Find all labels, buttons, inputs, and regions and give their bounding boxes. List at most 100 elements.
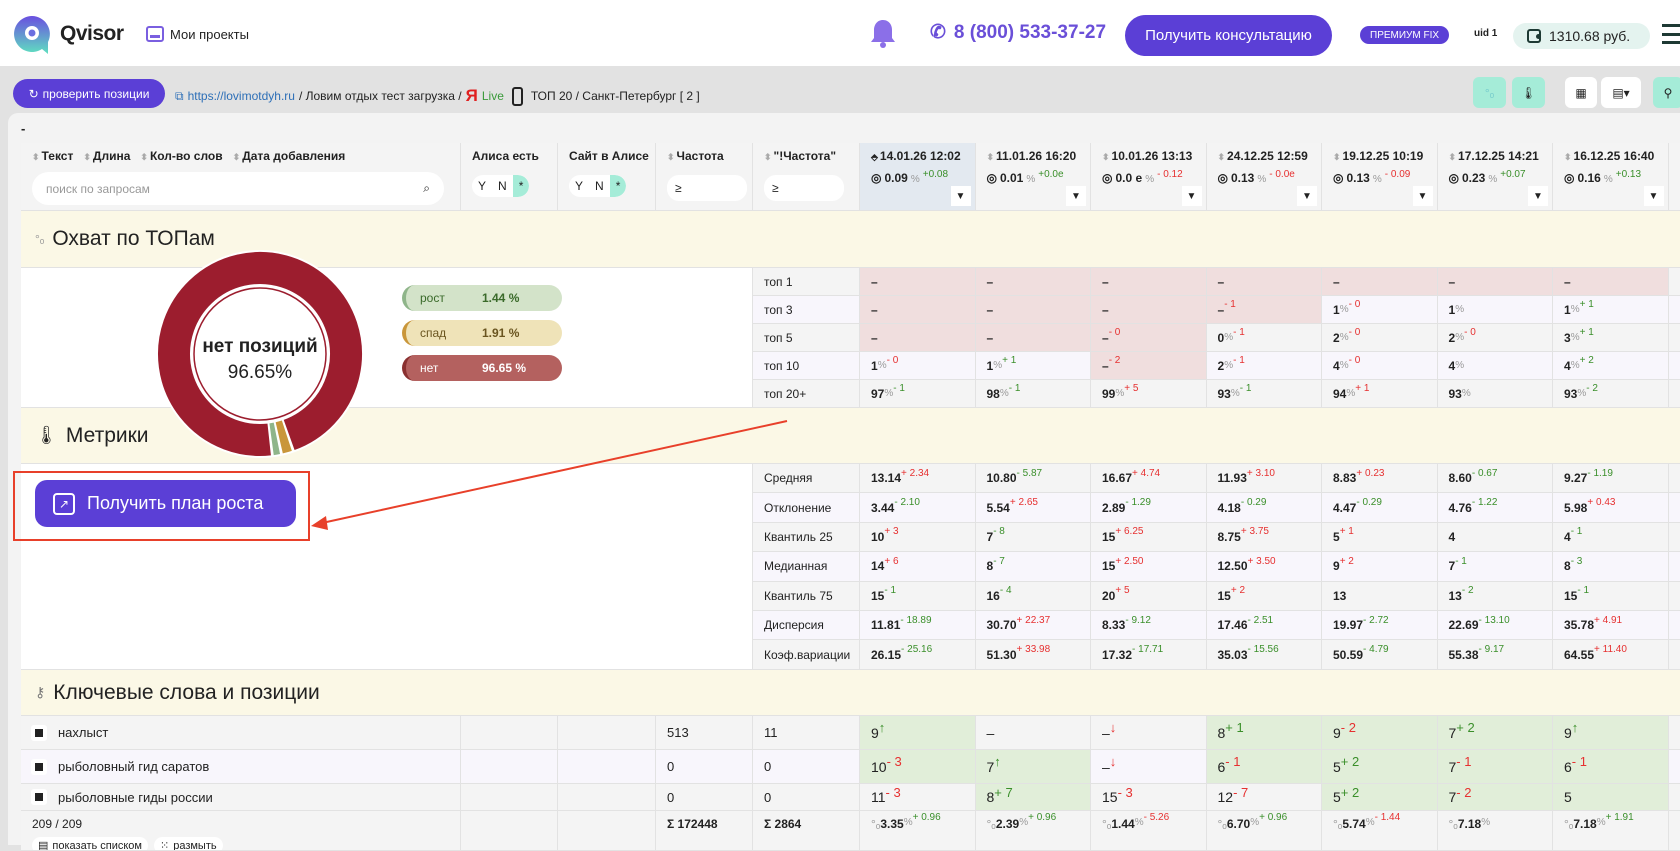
phone-number[interactable]: ✆8 (800) 533-37-27 [930,21,1106,44]
show-list-button[interactable]: ▤показать списком [32,837,148,851]
project-name[interactable]: / Ловим отдых тест загрузка / [299,89,462,103]
stat-cell: 1%- 0 [1322,296,1438,324]
cell-delta: + 5 [1124,383,1138,394]
section-keywords[interactable]: ⚷Ключевые слова и позиции [21,670,1680,716]
sort-icon[interactable]: ⬘ [871,152,878,162]
header-date-column[interactable]: ⬍16.12.25 16:40◎0.16%+0.13▼ [1553,143,1669,211]
header-date-column[interactable]: ⬘14.01.26 12:02◎0.09%+0.08▼ [860,143,976,211]
position-cell[interactable]: 15- 3 [1091,784,1207,811]
sort-icon[interactable]: ⬍ [1564,152,1572,162]
plan-badge[interactable]: ПРЕМИУМ FIX [1360,26,1449,44]
date-label[interactable]: ⬍16.12.25 16:40 [1564,149,1654,163]
date-label[interactable]: ⬍11.01.26 16:20 [987,149,1077,163]
filter-icon[interactable]: ▼ [1528,186,1548,206]
position-cell[interactable]: 8+ 1 [1207,716,1323,750]
header-date-column[interactable]: ⬍24.12.25 12:59◎0.13%- 0.0e▼ [1207,143,1323,211]
calendar-icon[interactable]: ▦ [1565,77,1597,108]
position-cell[interactable]: 7- 2 [1438,784,1554,811]
position-cell[interactable]: –↓ [1091,750,1207,784]
breadcrumb: ⧉ https://lovimotdyh.ru / Ловим отдых те… [175,86,700,106]
my-projects-link[interactable]: Мои проекты [146,26,249,42]
header-date-column[interactable]: ⬍19.12.25 10:19◎0.13%- 0.09▼ [1322,143,1438,211]
check-positions-button[interactable]: ↻проверить позиции [13,79,165,108]
sort-text[interactable]: ⬍Текст [32,149,73,163]
header-date-column[interactable]: ⬍10.01.26 13:13◎0.0 e%- 0.12▼ [1091,143,1207,211]
image-icon[interactable] [32,760,46,774]
sort-icon[interactable]: ⬍ [1449,152,1457,162]
position-cell[interactable]: 11- 3 [860,784,976,811]
header-frequency-exact[interactable]: ⬍"!Частота"≥ [753,143,860,211]
filter-tool-icon[interactable]: ⚲ [1653,77,1680,108]
position-cell[interactable]: 9↑ [860,716,976,750]
sort-icon[interactable]: ⬍ [1102,152,1110,162]
alisa-filter-toggle[interactable]: YN* [472,175,529,197]
growth-plan-button[interactable]: ↗Получить план роста [35,480,296,527]
site-alisa-filter-toggle[interactable]: YN* [569,175,626,197]
keyword-row[interactable]: рыболовные гиды россии0011- 38+ 715- 312… [21,784,1680,811]
date-label[interactable]: ⬍17.12.25 14:21 [1449,149,1539,163]
menu-icon[interactable] [1662,24,1680,44]
site-link[interactable]: https://lovimotdyh.ru [188,89,295,103]
keyword-cell[interactable]: рыболовный гид саратов [21,750,461,784]
stat-cell: 2%- 0 [1322,324,1438,352]
sort-icon[interactable]: ⬍ [1333,152,1341,162]
qvisor-logo[interactable] [12,14,52,56]
search-input[interactable]: поиск по запросам⌕ [32,172,444,205]
frequency-min-input[interactable]: ≥ [667,175,747,201]
position-cell[interactable]: 10- 3 [860,750,976,784]
keyword-cell[interactable]: нахлыст [21,716,461,750]
position-cell[interactable]: 12- 7 [1207,784,1323,811]
position-cell[interactable]: 5 [1553,784,1669,811]
filter-icon[interactable]: ▼ [1066,186,1086,206]
header-date-column[interactable]: ⬍17.12.25 14:21◎0.23%+0.07▼ [1438,143,1554,211]
sort-words[interactable]: ⬍Кол-во слов [140,149,222,163]
collapse-toggle[interactable]: - [21,121,25,136]
header-frequency[interactable]: ⬍Частота≥ [656,143,753,211]
filter-icon[interactable]: ▼ [1182,186,1202,206]
keyword-row[interactable]: рыболовный гид саратов0010- 37↑–↓6- 15+ … [21,750,1680,784]
stat-cell: 15+ 6.25 [1091,523,1207,552]
filter-icon[interactable]: ▼ [951,186,971,206]
sort-icon[interactable]: ⬍ [1218,152,1226,162]
header-date-column[interactable]: ⬍11.01.26 16:20◎0.01%+0.0e▼ [976,143,1092,211]
date-label[interactable]: ⬘14.01.26 12:02 [871,149,961,163]
filter-icon[interactable]: ▼ [1297,186,1317,206]
image-icon[interactable] [32,726,46,740]
consultation-button[interactable]: Получить консультацию [1125,15,1332,56]
position-cell[interactable]: 6- 1 [1207,750,1323,784]
position-cell[interactable]: 7+ 2 [1438,716,1554,750]
filter-icon[interactable]: ▼ [1644,186,1664,206]
frequency-exact-min-input[interactable]: ≥ [764,175,844,201]
sort-length[interactable]: ⬍Длина [83,149,130,163]
position-cell[interactable]: 9↑ [1553,716,1669,750]
position-cell[interactable]: 6- 1 [1553,750,1669,784]
table-view-dropdown[interactable]: ▤▾ [1601,77,1641,108]
external-link-icon[interactable]: ⧉ [175,89,184,104]
position-cell[interactable]: – [976,716,1092,750]
filter-icon[interactable]: ▼ [1413,186,1433,206]
thermometer-icon[interactable]: 🌡 [1512,77,1545,108]
balance-pill[interactable]: 1310.68 руб. [1513,23,1650,49]
date-label[interactable]: ⬍19.12.25 10:19 [1333,149,1423,163]
search-icon[interactable]: ⌕ [423,181,430,196]
position-cell[interactable]: 7↑ [976,750,1092,784]
position-cell[interactable]: 5+ 2 [1322,784,1438,811]
image-icon[interactable] [32,790,46,804]
position-cell[interactable]: 7- 1 [1438,750,1554,784]
sort-icon[interactable]: ⬍ [987,152,995,162]
cell-delta: - 0 [1349,355,1361,366]
sort-date-added[interactable]: ⬍Дата добавления [233,149,346,163]
date-label[interactable]: ⬍24.12.25 12:59 [1218,149,1308,163]
blur-button[interactable]: ⁙размыть [154,837,223,851]
position-cell[interactable]: –↓ [1091,716,1207,750]
keyword-row[interactable]: нахлыст513119↑––↓8+ 19- 27+ 29↑ [21,716,1680,750]
keyword-cell[interactable]: рыболовные гиды россии [21,784,461,811]
bell-icon[interactable] [870,18,896,48]
eye-icon: ◎ [1218,171,1228,185]
position-cell[interactable]: 5+ 2 [1322,750,1438,784]
coverage-toggle-icon[interactable]: °ₒ [1473,77,1506,108]
position-cell[interactable]: 8+ 7 [976,784,1092,811]
position-cell[interactable]: 9- 2 [1322,716,1438,750]
percent-sign: % [1346,388,1355,399]
date-label[interactable]: ⬍10.01.26 13:13 [1102,149,1192,163]
